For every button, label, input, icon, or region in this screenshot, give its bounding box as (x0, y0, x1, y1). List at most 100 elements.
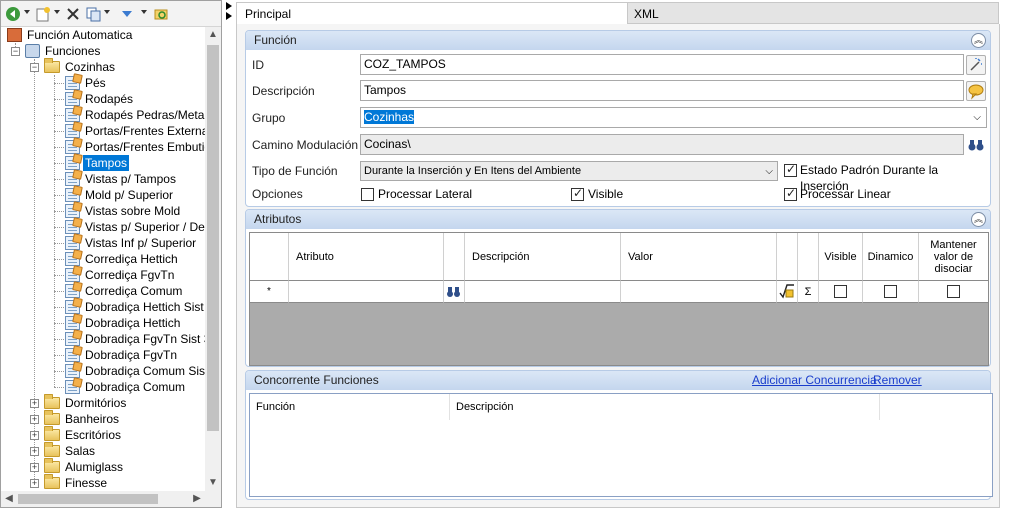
function-icon (65, 300, 80, 314)
back-icon[interactable] (5, 5, 21, 23)
formula-icon[interactable] (777, 281, 798, 303)
group-header: Función ︽ (246, 31, 990, 50)
move-dropdown-icon[interactable] (141, 10, 147, 14)
tipo-select[interactable]: Durante la Inserción y En Itens del Ambi… (360, 161, 778, 181)
cell-dinamico (863, 281, 919, 303)
tree-item-label: Dobradiça Comum Sist 3 (85, 364, 205, 378)
group-header: Atributos ︽ (246, 210, 990, 229)
tree-folder-label: Salas (65, 444, 96, 458)
scroll-right-icon[interactable]: ▶ (189, 491, 205, 507)
function-icon (65, 76, 80, 90)
binoculars-icon[interactable] (444, 281, 465, 303)
wizard-icon[interactable] (966, 55, 986, 75)
mantener-row-checkbox[interactable] (947, 285, 960, 298)
col-descripcion[interactable]: Descripción (465, 233, 621, 281)
cell-atributo[interactable] (289, 281, 444, 303)
collapse-arrow-icon[interactable] (226, 2, 232, 10)
binoculars-icon[interactable] (966, 135, 986, 155)
scroll-thumb[interactable] (207, 45, 219, 431)
tree-connector (54, 323, 64, 324)
expand-icon[interactable]: + (30, 415, 39, 424)
delete-icon[interactable] (65, 5, 81, 23)
tree-item-label: Vistas p/ Superior / Desp (85, 220, 205, 234)
expand-icon[interactable]: + (30, 447, 39, 456)
copy-icon[interactable] (85, 5, 101, 23)
tree-vertical-scrollbar[interactable]: ▲ ▼ (205, 27, 221, 491)
tree-connector (54, 99, 64, 100)
move-down-icon[interactable] (119, 5, 135, 23)
scroll-up-icon[interactable]: ▲ (205, 27, 221, 43)
functions-icon (25, 44, 40, 58)
col-visible[interactable]: Visible (819, 233, 863, 281)
tab-principal[interactable]: Principal (236, 2, 628, 25)
chevron-down-icon[interactable]: ⌵ (765, 162, 773, 181)
scroll-down-icon[interactable]: ▼ (205, 475, 221, 491)
new-item-icon[interactable] (35, 5, 51, 23)
col-atributo[interactable]: Atributo (289, 233, 444, 281)
col-dinamico[interactable]: Dinamico (863, 233, 919, 281)
expand-icon[interactable]: + (30, 399, 39, 408)
tree-item-label: Vistas Inf p/ Superior (85, 236, 197, 250)
back-dropdown-icon[interactable] (24, 10, 30, 14)
descripcion-field[interactable]: Tampos (360, 80, 964, 101)
col-descripcion[interactable]: Descripción (450, 394, 880, 420)
copy-dropdown-icon[interactable] (104, 10, 110, 14)
lateral-checkbox[interactable] (361, 188, 374, 201)
linear-checkbox[interactable] (784, 186, 797, 201)
refresh-icon[interactable] (153, 5, 169, 23)
col-sum (798, 233, 819, 281)
col-funcion[interactable]: Función (250, 394, 450, 420)
tree-item-label: Corrediça FgvTn (85, 268, 175, 282)
splitter-toggle[interactable] (224, 2, 234, 22)
visible-checkbox[interactable] (571, 186, 584, 201)
tree-item-label: Rodapés Pedras/Metal (85, 108, 205, 122)
tree-connector (54, 163, 64, 164)
linear-label: Processar Linear (800, 187, 891, 201)
tree-item-label: Tampos (83, 155, 130, 171)
scroll-thumb[interactable] (18, 494, 158, 504)
scroll-left-icon[interactable]: ◀ (1, 491, 17, 507)
cell-valor[interactable] (621, 281, 777, 303)
function-icon (65, 140, 80, 154)
descripcion-label: Descripción (252, 84, 315, 98)
tree-connector (54, 83, 64, 84)
sum-icon[interactable]: Σ (798, 281, 819, 303)
expand-arrow-icon[interactable] (226, 12, 232, 20)
expand-icon[interactable]: + (30, 479, 39, 488)
id-field[interactable]: COZ_TAMPOS (360, 54, 964, 75)
main-panel: Función ︽ ID COZ_TAMPOS Descripción Tamp… (236, 24, 1000, 508)
chevron-down-icon[interactable]: ⌵ (973, 108, 981, 127)
tab-strip: Principal XML (236, 2, 1000, 25)
tree-item-label: Vistas p/ Tampos (85, 172, 176, 186)
function-icon (65, 284, 80, 298)
col-valor[interactable]: Valor (621, 233, 777, 281)
new-row-marker: * (250, 281, 289, 303)
tree-connector (54, 259, 64, 260)
collapse-icon[interactable]: − (11, 47, 20, 56)
tree-connector (54, 275, 64, 276)
camino-field[interactable]: Cocinas\ (360, 134, 964, 155)
adicionar-concurrencia-link[interactable]: Adicionar Concurrencia (752, 371, 877, 390)
tree-item-label: Vistas sobre Mold (85, 204, 181, 218)
col-mantener[interactable]: Mantener valor de disociar (919, 233, 988, 281)
visible-row-checkbox[interactable] (834, 285, 847, 298)
expand-icon[interactable]: + (30, 431, 39, 440)
collapse-up-icon[interactable]: ︽ (971, 33, 986, 48)
row-header-cell (250, 233, 289, 281)
tree-connector (54, 339, 64, 340)
grupo-select[interactable]: Cozinhas ⌵ (360, 107, 987, 128)
tree-item-label: Corrediça Comum (85, 284, 183, 298)
tab-xml[interactable]: XML (627, 2, 999, 24)
folder-icon (44, 426, 60, 441)
dinamico-row-checkbox[interactable] (884, 285, 897, 298)
collapse-icon[interactable]: − (30, 63, 39, 72)
expand-icon[interactable]: + (30, 463, 39, 472)
estado-checkbox[interactable] (784, 162, 797, 177)
cell-descripcion[interactable] (465, 281, 621, 303)
new-dropdown-icon[interactable] (54, 10, 60, 14)
tree-horizontal-scrollbar[interactable]: ◀ ▶ (1, 491, 205, 507)
tree-connector (54, 291, 64, 292)
function-icon (65, 220, 80, 234)
translate-icon[interactable] (966, 81, 986, 101)
collapse-up-icon[interactable]: ︽ (971, 212, 986, 227)
